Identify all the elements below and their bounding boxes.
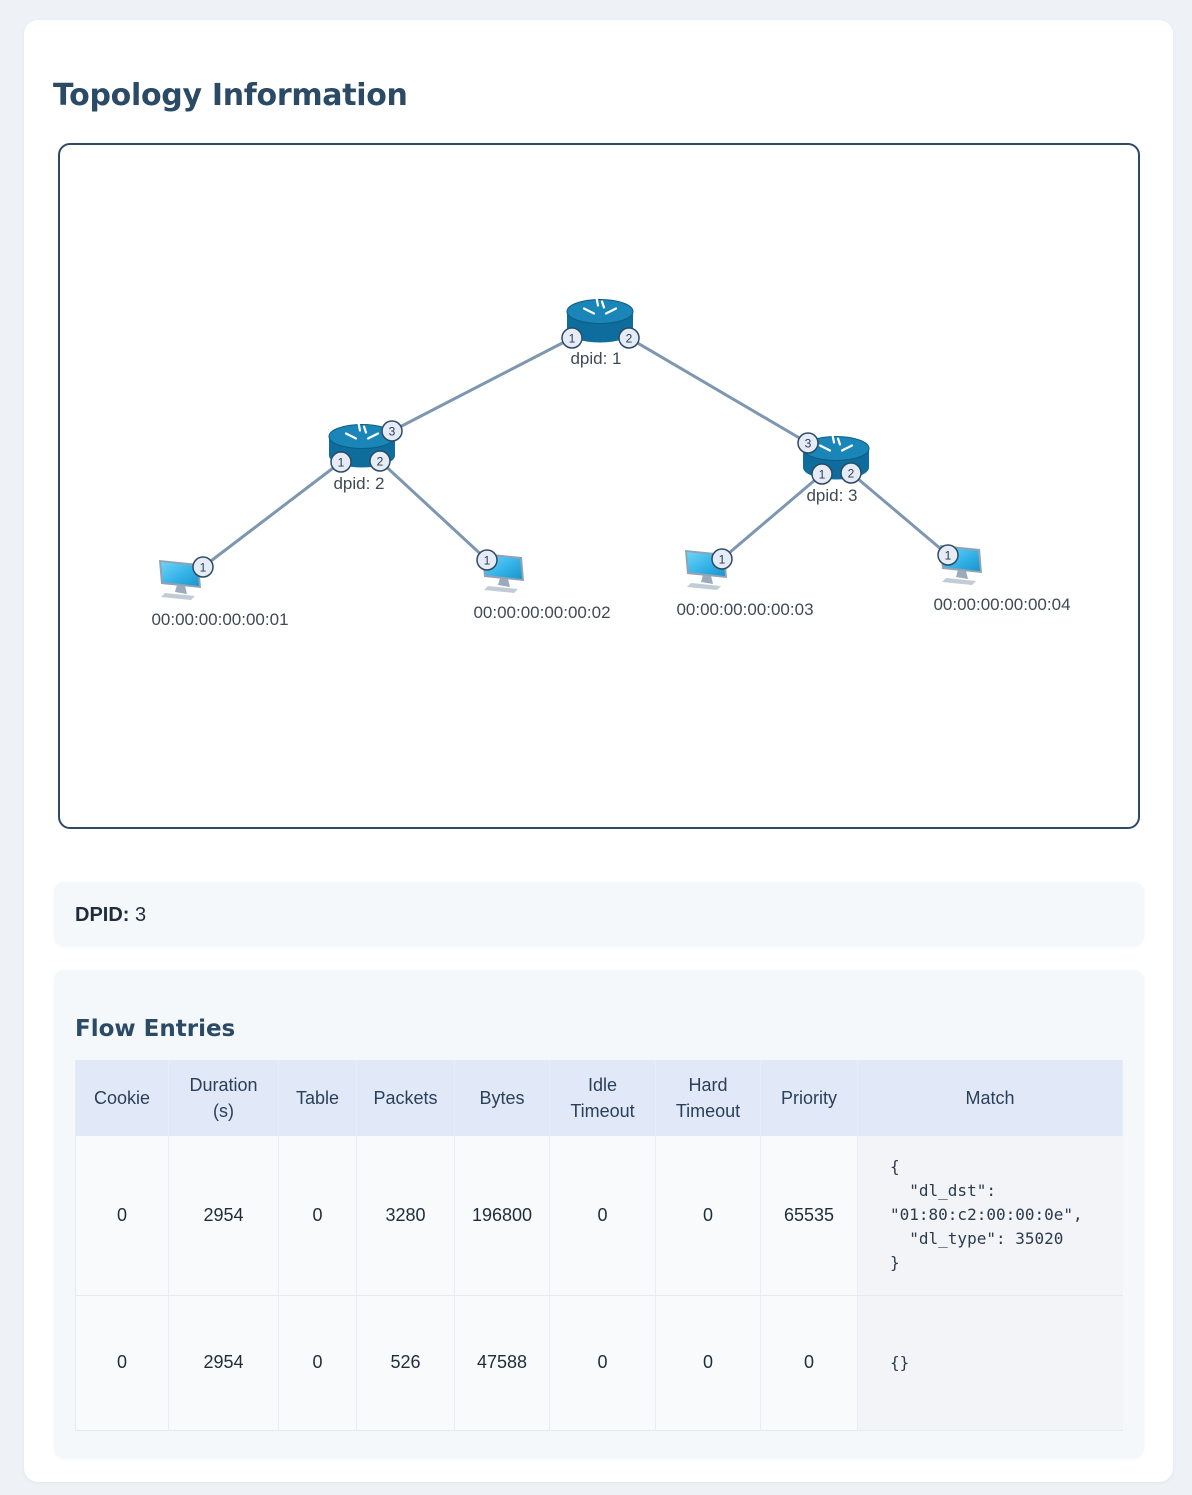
dpid-label: DPID:: [75, 904, 130, 926]
column-header-cookie[interactable]: Cookie: [75, 1060, 169, 1136]
port-badge: 1: [811, 463, 833, 485]
cell-table: 0: [278, 1295, 357, 1431]
column-header-duration-label: Duration (s): [189, 1075, 258, 1121]
switch-label: dpid: 1: [570, 349, 621, 368]
port-number: 1: [945, 549, 952, 563]
flow-entries-title: Flow Entries: [75, 1016, 236, 1042]
dpid-panel: DPID: 3: [54, 882, 1144, 946]
cell-priority: 65535: [760, 1136, 858, 1296]
port-number: 3: [389, 425, 396, 439]
column-header-bytes[interactable]: Bytes: [454, 1060, 550, 1136]
host-label: 00:00:00:00:00:01: [151, 610, 288, 629]
host-label: 00:00:00:00:00:02: [473, 603, 610, 622]
cell-idle-timeout: 0: [549, 1295, 656, 1431]
host-label: 00:00:00:00:00:03: [676, 600, 813, 619]
switch-label: dpid: 3: [806, 486, 857, 505]
dpid-info: DPID: 3: [75, 904, 146, 927]
port-number: 2: [626, 332, 633, 346]
column-header-priority[interactable]: Priority: [760, 1060, 858, 1136]
port-number: 3: [805, 437, 812, 451]
port-badge: 1: [937, 544, 959, 566]
topology-link: [378, 459, 489, 562]
flow-entries-table: Cookie Duration (s) Table Packets Bytes …: [75, 1060, 1123, 1431]
port-badge: 1: [476, 549, 498, 571]
nodes-layer: dpid: 1 dpid: 2 dpid: 3 00:00:00:00:00:01 00…: [151, 294, 1071, 629]
match-code: {}: [890, 1352, 910, 1372]
port-number: 1: [484, 554, 491, 568]
port-badge: 2: [618, 327, 640, 349]
port-badge: 1: [330, 451, 352, 473]
port-badge: 2: [369, 450, 391, 472]
page-title: Topology Information: [53, 78, 408, 113]
cell-hard-timeout: 0: [655, 1295, 761, 1431]
port-number: 1: [569, 332, 576, 346]
port-badge: 2: [840, 462, 862, 484]
port-badge: 3: [381, 420, 403, 442]
column-header-match[interactable]: Match: [857, 1060, 1123, 1136]
cell-packets: 3280: [356, 1136, 455, 1296]
cell-cookie: 0: [75, 1295, 169, 1431]
topology-card: Topology Information dpid: 1 dpid: 2 dpid:…: [24, 20, 1173, 1482]
cell-packets: 526: [356, 1295, 455, 1431]
cell-table: 0: [278, 1136, 357, 1296]
topology-link: [628, 336, 809, 445]
cell-match: {}: [857, 1295, 1123, 1431]
column-header-packets[interactable]: Packets: [356, 1060, 455, 1136]
port-number: 2: [848, 467, 855, 481]
monitor-icon-base: [687, 583, 721, 590]
port-number: 1: [338, 456, 345, 470]
host-h3[interactable]: 00:00:00:00:00:03: [676, 550, 814, 619]
cell-bytes: 196800: [454, 1136, 550, 1296]
topology-view[interactable]: dpid: 1 dpid: 2 dpid: 3 00:00:00:00:00:01 00…: [58, 143, 1140, 829]
column-header-idle-timeout-label: Idle Timeout: [570, 1075, 635, 1121]
port-badge: 1: [192, 556, 214, 578]
column-header-hard-timeout-label: Hard Timeout: [675, 1075, 741, 1121]
column-header-idle-timeout[interactable]: Idle Timeout: [549, 1060, 656, 1136]
topology-graph[interactable]: dpid: 1 dpid: 2 dpid: 3 00:00:00:00:00:01 00…: [60, 145, 1138, 827]
flow-entries-panel: Flow Entries Cookie Duration (s) Table P…: [54, 970, 1144, 1458]
port-number: 1: [819, 468, 826, 482]
monitor-icon-base: [942, 578, 976, 585]
column-header-duration[interactable]: Duration (s): [168, 1060, 279, 1136]
cell-duration: 2954: [168, 1136, 279, 1296]
router-icon-top: [566, 299, 634, 324]
dpid-value: 3: [135, 904, 147, 926]
cell-duration: 2954: [168, 1295, 279, 1431]
column-header-table[interactable]: Table: [278, 1060, 357, 1136]
cell-priority: 0: [760, 1295, 858, 1431]
host-label: 00:00:00:00:00:04: [933, 595, 1070, 614]
cell-hard-timeout: 0: [655, 1136, 761, 1296]
table-row: 0 2954 0 526 47588 0 0 0 {}: [75, 1295, 1123, 1431]
match-code: { "dl_dst": "01:80:c2:00:00:0e", "dl_typ…: [890, 1157, 1083, 1273]
port-number: 2: [377, 455, 384, 469]
table-row: 0 2954 0 3280 196800 0 0 65535 { "dl_dst…: [75, 1136, 1123, 1296]
port-badge: 1: [711, 548, 733, 570]
port-number: 1: [719, 553, 726, 567]
port-badge: 1: [561, 327, 583, 349]
port-number: 1: [200, 561, 207, 575]
topology-link: [850, 471, 949, 557]
switch-label: dpid: 2: [333, 474, 384, 493]
host-h1[interactable]: 00:00:00:00:00:01: [151, 560, 289, 629]
port-badge: 3: [797, 432, 819, 454]
topology-link: [202, 460, 342, 569]
cell-idle-timeout: 0: [549, 1136, 656, 1296]
table-header-row: Cookie Duration (s) Table Packets Bytes …: [75, 1060, 1123, 1136]
cell-match: { "dl_dst": "01:80:c2:00:00:0e", "dl_typ…: [857, 1136, 1123, 1296]
monitor-icon-base: [484, 586, 518, 593]
column-header-hard-timeout[interactable]: Hard Timeout: [655, 1060, 761, 1136]
topology-link: [391, 336, 573, 433]
monitor-icon-base: [161, 593, 195, 600]
cell-bytes: 47588: [454, 1295, 550, 1431]
cell-cookie: 0: [75, 1136, 169, 1296]
